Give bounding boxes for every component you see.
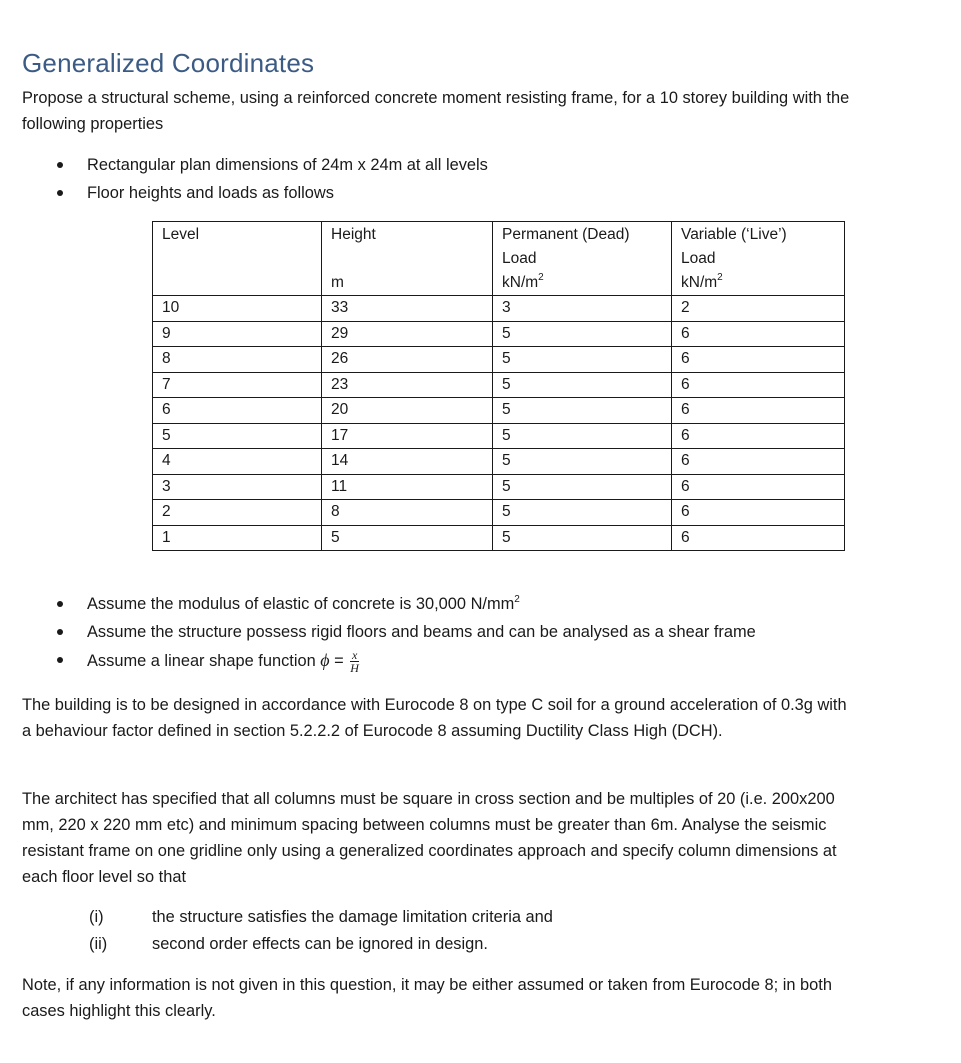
eurocode-paragraph: The building is to be designed in accord… — [22, 696, 847, 740]
page-title: Generalized Coordinates — [22, 48, 315, 78]
shape-function-fraction: xH — [350, 648, 359, 676]
cell-height: 33 — [321, 295, 493, 322]
bullet-text: Assume a linear shape function ϕ = xH — [87, 648, 359, 676]
bullet-icon — [57, 629, 63, 635]
intro-paragraph: Propose a structural scheme, using a rei… — [22, 89, 850, 133]
cell-height: 14 — [321, 448, 493, 475]
cell-level: 10 — [152, 295, 322, 322]
note-paragraph: Note, if any information is not given in… — [22, 976, 832, 1020]
live-load-unit: kN/m2 — [681, 272, 723, 292]
table-row: 3 11 5 6 — [152, 473, 845, 500]
table-row: 2856 — [152, 499, 845, 526]
equals-sign: = — [329, 652, 349, 670]
cell-live-load: 6 — [671, 473, 845, 500]
cell-dead-load: 5 — [492, 499, 672, 526]
cell-live-load: 2 — [671, 295, 845, 322]
bullet-text: Rectangular plan dimensions of 24m x 24m… — [87, 156, 488, 174]
bullet-item: Rectangular plan dimensions of 24m x 24m… — [0, 151, 900, 179]
header-level: Level — [152, 221, 322, 296]
criteria-item: (i) the structure satisfies the damage l… — [0, 904, 900, 931]
cell-height: 8 — [321, 499, 493, 526]
table-row: 10 33 3 2 — [152, 295, 845, 322]
property-bullet-list: Rectangular plan dimensions of 24m x 24m… — [0, 151, 900, 207]
table-row: 6 20 5 6 — [152, 397, 845, 424]
bullet-text: Assume the structure possess rigid floor… — [87, 623, 756, 641]
cell-level: 6 — [152, 397, 322, 424]
cell-level: 2 — [152, 499, 322, 526]
criteria-number: (ii) — [89, 935, 108, 953]
cell-height: 23 — [321, 371, 493, 398]
cell-level: 9 — [152, 320, 322, 347]
bullet-icon — [57, 657, 63, 663]
bullet-item: Assume a linear shape function ϕ = xH — [0, 646, 900, 674]
cell-level: 1 — [152, 524, 322, 551]
cell-live-load: 6 — [671, 397, 845, 424]
table-row: 7 23 5 6 — [152, 371, 845, 398]
table-body: 10 33 3 2 9 29 5 6 8 26 5 6 7 23 5 6 6 20 5 6 5 17 5 6 4 14 5 6 3 11 5… — [152, 295, 845, 551]
bullet-icon — [57, 162, 63, 168]
table-row: 4 14 5 6 — [152, 448, 845, 475]
cell-level: 5 — [152, 422, 322, 449]
cell-dead-load: 5 — [492, 422, 672, 449]
cell-height: 20 — [321, 397, 493, 424]
cell-live-load: 6 — [671, 499, 845, 526]
criteria-item: (ii) second order effects can be ignored… — [0, 931, 900, 958]
cell-height: 17 — [321, 422, 493, 449]
bullet-item: Assume the structure possess rigid floor… — [0, 618, 900, 646]
bullet-text: Assume the modulus of elastic of concret… — [87, 594, 520, 614]
floor-loads-table: Level Height m Permanent (Dead) Load kN/… — [152, 221, 845, 551]
cell-dead-load: 5 — [492, 371, 672, 398]
cell-live-load: 6 — [671, 422, 845, 449]
cell-dead-load: 5 — [492, 524, 672, 551]
cell-live-load: 6 — [671, 371, 845, 398]
cell-dead-load: 5 — [492, 346, 672, 373]
cell-level: 8 — [152, 346, 322, 373]
phi-symbol: ϕ — [320, 650, 330, 670]
table-row: 9 29 5 6 — [152, 320, 845, 347]
cell-live-load: 6 — [671, 320, 845, 347]
cell-dead-load: 5 — [492, 473, 672, 500]
cell-height: 11 — [321, 473, 493, 500]
cell-dead-load: 3 — [492, 295, 672, 322]
assumption-bullet-list: Assume the modulus of elastic of concret… — [0, 590, 900, 674]
table-row: 5 17 5 6 — [152, 422, 845, 449]
cell-dead-load: 5 — [492, 448, 672, 475]
bullet-icon — [57, 190, 63, 196]
bullet-text: Floor heights and loads as follows — [87, 184, 334, 202]
cell-dead-load: 5 — [492, 320, 672, 347]
cell-live-load: 6 — [671, 346, 845, 373]
criteria-list: (i) the structure satisfies the damage l… — [0, 904, 900, 958]
criteria-number: (i) — [89, 908, 104, 926]
architect-paragraph: The architect has specified that all col… — [22, 790, 837, 886]
dead-load-unit: kN/m2 — [502, 272, 544, 292]
header-dead-load: Permanent (Dead) Load kN/m2 — [492, 221, 672, 296]
cell-live-load: 6 — [671, 448, 845, 475]
height-unit: m — [331, 274, 344, 291]
bullet-icon — [57, 601, 63, 607]
header-live-load: Variable (‘Live’) Load kN/m2 — [671, 221, 845, 296]
criteria-text: the structure satisfies the damage limit… — [152, 908, 553, 926]
table-header-row: Level Height m Permanent (Dead) Load kN/… — [152, 221, 845, 296]
cell-live-load: 6 — [671, 524, 845, 551]
cell-level: 7 — [152, 371, 322, 398]
cell-level: 3 — [152, 473, 322, 500]
cell-level: 4 — [152, 448, 322, 475]
table-row: 1556 — [152, 524, 845, 551]
header-height: Height m — [321, 221, 493, 296]
cell-height: 29 — [321, 320, 493, 347]
bullet-item: Floor heights and loads as follows — [0, 179, 900, 207]
table-row: 8 26 5 6 — [152, 346, 845, 373]
cell-dead-load: 5 — [492, 397, 672, 424]
bullet-item: Assume the modulus of elastic of concret… — [0, 590, 900, 618]
cell-height: 26 — [321, 346, 493, 373]
criteria-text: second order effects can be ignored in d… — [152, 935, 488, 953]
cell-height: 5 — [321, 524, 493, 551]
